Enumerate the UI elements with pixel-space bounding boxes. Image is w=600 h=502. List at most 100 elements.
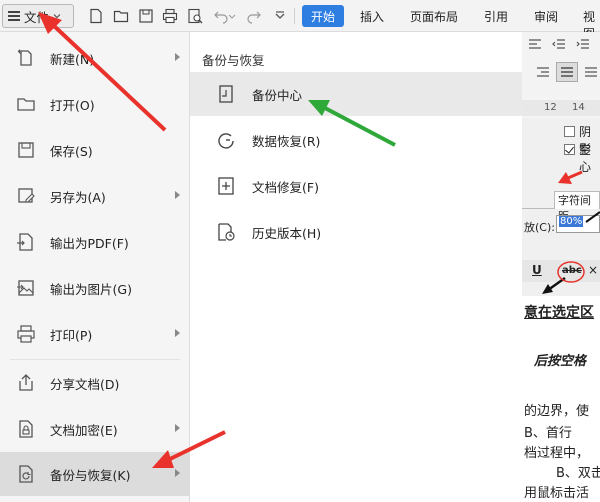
submenu-item-data-recovery[interactable]: 数据恢复(R) (190, 118, 522, 162)
menu-item-label: 打印(P) (50, 327, 93, 343)
submenu-arrow-icon (175, 329, 180, 337)
menu-item-label: 另存为(A) (50, 189, 106, 205)
undo-icon[interactable] (213, 8, 229, 24)
doc-line: 后按空格 (534, 354, 587, 369)
file-menu-label: 文件 (24, 9, 50, 25)
new-doc-icon[interactable] (88, 8, 104, 24)
document-area: 12 14 阴影 空心 字符间距 放(C): 80% U abc × 意在选定区… (522, 32, 600, 502)
document-page: 意在选定区 后按空格 的边界，使 B、首行 档过程中， B、双击 用鼠标击活 (522, 296, 600, 502)
tab-references[interactable]: 引用 (484, 8, 508, 25)
dialog-tabstrip: 字符间距 (522, 189, 600, 223)
tab-review[interactable]: 审阅 (534, 8, 558, 25)
menu-item-label: 新建(N) (50, 51, 95, 67)
submenu-arrow-icon (175, 191, 180, 199)
menu-item-label: 打开(O) (50, 97, 95, 113)
tab-page-layout[interactable]: 页面布局 (410, 8, 458, 25)
folder-icon (17, 98, 35, 111)
menu-item-backup-restore[interactable]: 备份与恢复(K) (0, 452, 190, 496)
new-doc-icon (17, 49, 32, 66)
justify-icon (561, 67, 573, 77)
print-icon[interactable] (162, 8, 178, 24)
menu-item-save-as[interactable]: 另存为(A) (0, 174, 190, 218)
pdf-icon (17, 233, 33, 251)
share-icon (19, 374, 33, 391)
undo-dropdown-icon[interactable] (228, 8, 236, 24)
print-preview-icon[interactable] (187, 8, 203, 24)
underline-button[interactable]: U (532, 263, 542, 277)
scale-value: 80% (559, 216, 584, 227)
hamburger-icon (8, 11, 20, 21)
data-recovery-icon (218, 133, 234, 149)
strikethrough-button[interactable]: abc (562, 265, 582, 276)
chevron-down-icon (53, 14, 61, 19)
distributed-icon[interactable] (584, 66, 598, 78)
submenu-arrow-icon (175, 53, 180, 61)
submenu-item-backup-center[interactable]: 备份中心 (190, 72, 522, 116)
menu-item-share[interactable]: 分享文档(D) (0, 361, 190, 405)
paragraph-toolbar (522, 32, 600, 96)
tab-insert[interactable]: 插入 (360, 8, 384, 25)
backup-restore-submenu: 备份与恢复 备份中心 数据恢复(R) 文档修复(F) 历史版本(H) (190, 32, 522, 502)
doc-heading: 意在选定区 (524, 305, 594, 321)
print-icon (17, 325, 35, 343)
submenu-item-label: 备份中心 (252, 87, 303, 103)
save-icon[interactable] (138, 8, 154, 24)
menu-item-export-pdf[interactable]: 输出为PDF(F) (0, 220, 190, 264)
menu-item-label: 保存(S) (50, 143, 93, 159)
open-folder-icon[interactable] (113, 8, 129, 24)
doc-line: B、首行 (524, 426, 572, 441)
redo-icon[interactable] (246, 8, 262, 24)
submenu-item-label: 数据恢复(R) (252, 133, 321, 149)
tab-start[interactable]: 开始 (302, 5, 344, 27)
menu-item-label: 分享文档(D) (50, 376, 120, 392)
doc-line: 用鼠标击活 (524, 486, 590, 501)
submenu-item-label: 文档修复(F) (252, 179, 319, 195)
format-toolbar: U abc × (522, 260, 600, 282)
align-icon[interactable] (528, 38, 542, 50)
scale-field[interactable]: 80% (556, 215, 600, 233)
top-toolbar: 文件 开始 插入 页面布局 引用 审阅 视图 (0, 0, 600, 41)
submenu-item-history[interactable]: 历史版本(H) (190, 210, 522, 254)
ruler-number: 12 (544, 102, 557, 113)
menu-item-label: 输出为PDF(F) (50, 235, 129, 251)
customize-toolbar-icon[interactable] (272, 8, 288, 24)
doc-line: 档过程中， (524, 446, 590, 461)
tab-character-spacing[interactable]: 字符间距 (554, 191, 600, 223)
indent-decrease-icon[interactable] (552, 38, 566, 50)
menu-item-encrypt[interactable]: 文档加密(E) (0, 407, 190, 451)
backup-icon (19, 465, 33, 483)
close-icon[interactable]: × (588, 263, 598, 277)
submenu-arrow-icon (175, 424, 180, 432)
file-menu: 新建(N) 打开(O) 保存(S) 另存为(A) 输出为PDF(F) 输出为图片… (0, 32, 190, 502)
menu-item-open[interactable]: 打开(O) (0, 82, 190, 126)
menu-item-save[interactable]: 保存(S) (0, 128, 190, 172)
ruler-number: 14 (572, 102, 585, 113)
scale-label: 放(C): (524, 221, 555, 234)
menu-item-label: 输出为图片(G) (50, 281, 132, 297)
shadow-checkbox[interactable] (564, 126, 575, 137)
history-icon (218, 223, 235, 241)
image-icon (17, 280, 34, 296)
menu-item-export-image[interactable]: 输出为图片(G) (0, 266, 190, 310)
menu-item-print[interactable]: 打印(P) (0, 312, 190, 356)
menu-item-label: 文档加密(E) (50, 422, 118, 438)
hollow-checkbox[interactable] (564, 144, 575, 155)
file-menu-button[interactable]: 文件 (2, 4, 74, 28)
submenu-arrow-icon (175, 469, 180, 477)
align-right-icon[interactable] (536, 66, 550, 78)
save-icon (18, 142, 34, 158)
hollow-label: 空心 (579, 143, 592, 174)
doc-repair-icon (218, 177, 234, 195)
submenu-item-label: 历史版本(H) (252, 225, 322, 241)
encrypt-icon (19, 420, 33, 438)
indent-increase-icon[interactable] (576, 38, 590, 50)
backup-center-icon (219, 85, 233, 103)
doc-line: B、双击 (556, 466, 600, 481)
justify-button[interactable] (556, 62, 578, 82)
menu-item-new[interactable]: 新建(N) (0, 36, 190, 80)
submenu-item-doc-repair[interactable]: 文档修复(F) (190, 164, 522, 208)
submenu-title: 备份与恢复 (202, 53, 265, 68)
horizontal-ruler: 12 14 (522, 100, 600, 116)
save-as-icon (18, 188, 35, 203)
menu-item-label: 备份与恢复(K) (50, 467, 131, 483)
